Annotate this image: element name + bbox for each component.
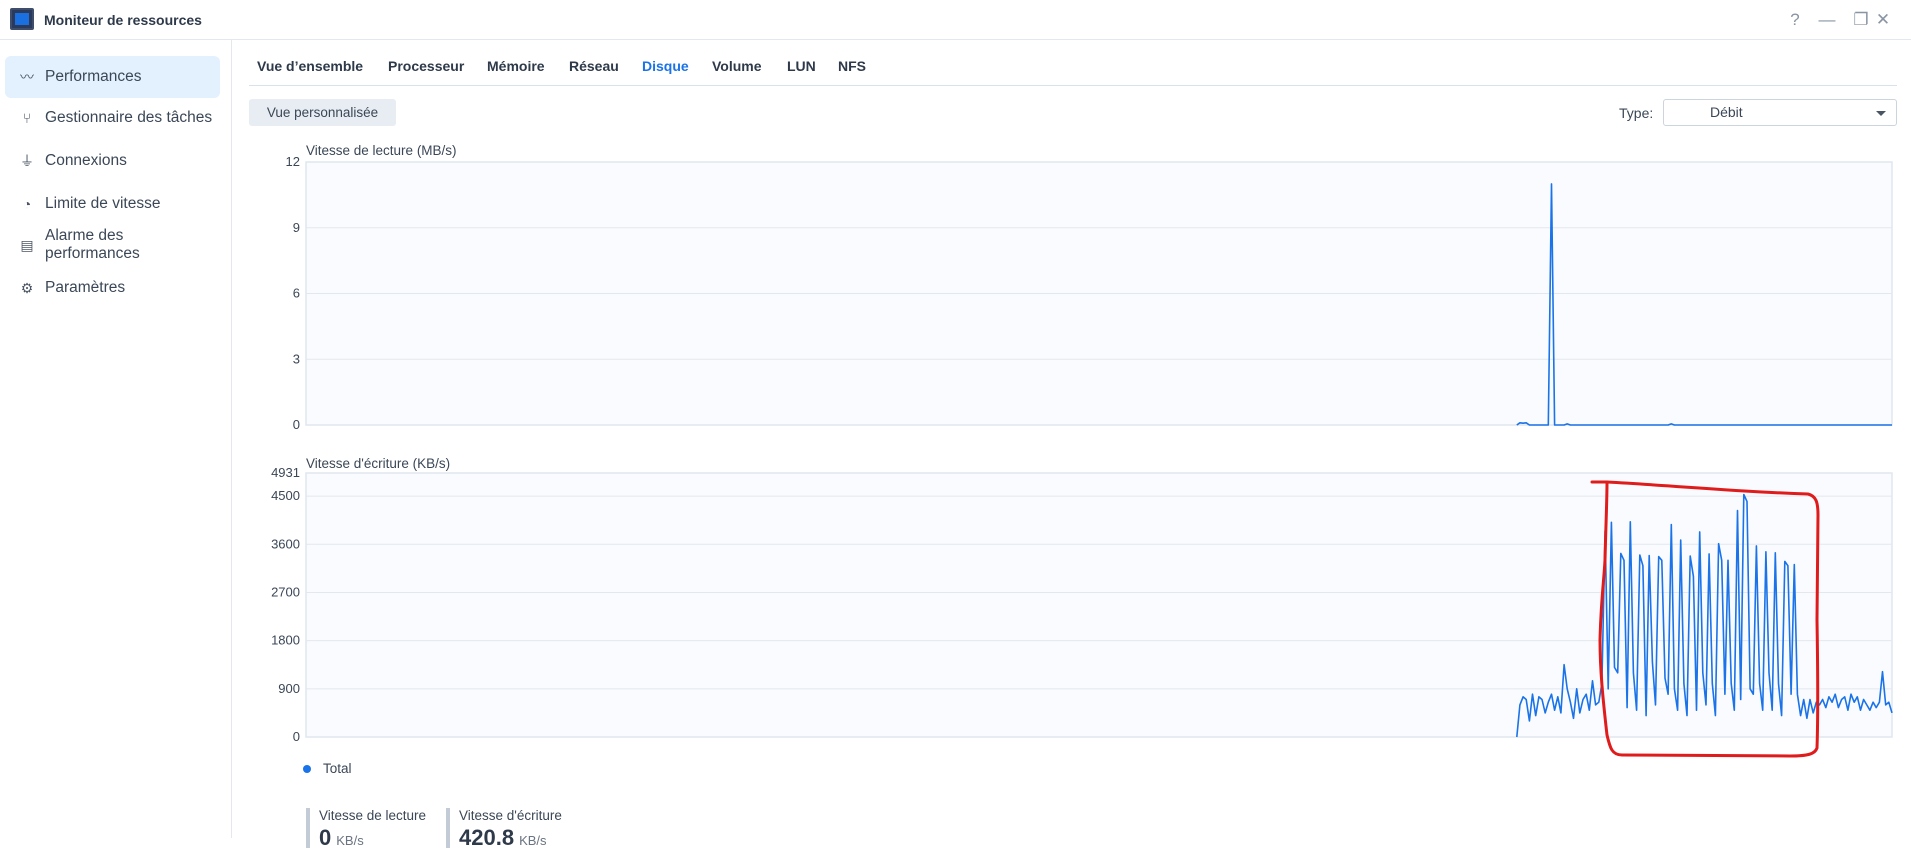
y-tick-label: 4931 — [271, 465, 300, 480]
write-speed-stat: Vitesse d'écriture 420.8 KB/s — [446, 808, 562, 850]
write-speed-label: Vitesse d'écriture — [459, 808, 562, 823]
y-tick-label: 12 — [286, 154, 300, 169]
y-tick-label: 0 — [293, 729, 300, 744]
charts-canvas: 0 3 6 9 12 0 900 1800 2700 3600 4500 4931 — [271, 154, 1893, 758]
y-tick-label: 6 — [293, 286, 300, 301]
y-tick-label: 2700 — [271, 584, 300, 599]
read-speed-stat: Vitesse de lecture 0 KB/s — [306, 808, 427, 850]
legend-dot — [303, 764, 311, 773]
y-tick-label: 3600 — [271, 536, 300, 551]
y-tick-label: 3 — [293, 351, 300, 366]
read-speed-label: Vitesse de lecture — [319, 808, 427, 823]
legend-label: Total — [323, 761, 352, 776]
y-tick-label: 0 — [293, 417, 300, 432]
y-tick-label: 900 — [278, 681, 300, 696]
write-speed-unit: KB/s — [519, 833, 547, 848]
y-tick-label: 4500 — [271, 488, 300, 503]
read-speed-unit: KB/s — [336, 833, 364, 848]
legend[interactable]: Total — [303, 761, 352, 776]
y-tick-label: 9 — [293, 220, 300, 235]
y-tick-label: 1800 — [271, 633, 300, 648]
plot-area — [305, 472, 1893, 738]
